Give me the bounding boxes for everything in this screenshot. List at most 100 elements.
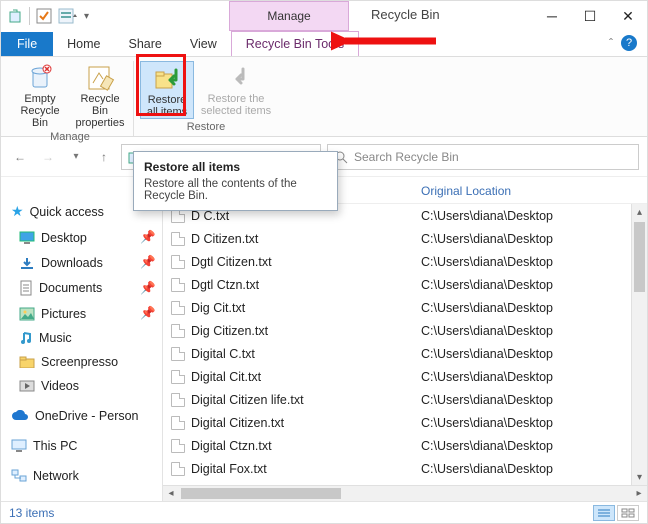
tooltip-body: Restore all the contents of the Recycle … — [144, 178, 327, 202]
group-label: Restore — [187, 121, 226, 133]
pc-icon — [11, 439, 27, 453]
file-icon — [171, 370, 185, 384]
table-row[interactable]: Dig Cit.txt C:\Users\diana\Desktop — [171, 296, 647, 319]
tooltip-title: Restore all items — [144, 160, 327, 174]
scroll-left-icon[interactable]: ◂ — [163, 486, 179, 501]
recent-locations-button[interactable]: ▾ — [65, 146, 87, 168]
scroll-down-icon[interactable]: ▾ — [632, 469, 647, 485]
table-row[interactable]: Digital Ctzn.txtC:\Users\diana\Desktop — [171, 434, 647, 457]
restore-all-items-button[interactable]: Restore all items — [140, 61, 194, 119]
scroll-thumb[interactable] — [634, 222, 645, 292]
search-placeholder: Search Recycle Bin — [354, 150, 459, 164]
nav-screenpresso[interactable]: Screenpresso — [1, 350, 162, 374]
file-list[interactable]: D C.txtC:\Users\diana\DesktopD Citizen.t… — [163, 204, 647, 485]
table-row[interactable]: Dig Citizen.txtC:\Users\diana\Desktop — [171, 319, 647, 342]
file-icon — [171, 416, 185, 430]
scroll-thumb[interactable] — [181, 488, 341, 499]
nav-downloads[interactable]: Downloads 📌 — [1, 250, 162, 275]
back-button[interactable]: ← — [9, 146, 31, 168]
file-location: C:\Users\diana\Desktop — [421, 370, 553, 384]
navigation-pane[interactable]: ★ Quick access Desktop 📌 Downloads 📌 Doc… — [1, 178, 163, 501]
table-row[interactable]: Digital Citizen.txtC:\Users\diana\Deskto… — [171, 411, 647, 434]
file-location: C:\Users\diana\Desktop — [421, 255, 553, 269]
window-title: Recycle Bin — [371, 7, 440, 22]
nav-network[interactable]: Network — [1, 464, 162, 488]
file-name: Dig Citizen.txt — [191, 324, 268, 338]
pin-icon: 📌 — [140, 306, 156, 321]
music-icon — [19, 331, 33, 345]
table-row[interactable]: Dgtl Citizen.txt C:\Users\diana\Desktop — [171, 250, 647, 273]
quick-access-toolbar: ▾ — [1, 7, 89, 25]
nav-videos[interactable]: Videos — [1, 374, 162, 398]
scroll-right-icon[interactable]: ▸ — [631, 486, 647, 501]
qat-overflow-icon[interactable]: ▾ — [84, 11, 89, 22]
restore-selected-icon — [220, 63, 252, 91]
properties-icon — [84, 63, 116, 91]
nav-this-pc[interactable]: This PC — [1, 434, 162, 458]
details-view-button[interactable] — [593, 505, 615, 521]
table-row[interactable]: Digital Cit.txt C:\Users\diana\Desktop — [171, 365, 647, 388]
contextual-tab-manage[interactable]: Manage — [229, 1, 349, 31]
thumbnails-view-button[interactable] — [617, 505, 639, 521]
column-header-original-location[interactable]: Original Location — [421, 184, 647, 198]
minimize-button[interactable]: ─ — [539, 5, 565, 27]
close-button[interactable]: ✕ — [615, 5, 641, 27]
nav-documents[interactable]: Documents 📌 — [1, 275, 162, 301]
file-name: Digital Citizen life.txt — [191, 393, 304, 407]
tab-home[interactable]: Home — [53, 32, 114, 56]
item-count: 13 items — [9, 506, 54, 520]
file-name: D Citizen.txt — [191, 232, 258, 246]
file-location: C:\Users\diana\Desktop — [421, 301, 553, 315]
tooltip-restore-all: Restore all items Restore all the conten… — [133, 151, 338, 211]
recycle-bin-properties-button[interactable]: Recycle Bin properties — [73, 61, 127, 129]
table-row[interactable]: Digital Fox.txtC:\Users\diana\Desktop — [171, 457, 647, 480]
file-name: Dgtl Citizen.txt — [191, 255, 272, 269]
file-icon — [171, 255, 185, 269]
tab-recycle-bin-tools[interactable]: Recycle Bin Tools — [231, 31, 359, 56]
nav-music[interactable]: Music — [1, 326, 162, 350]
file-name: Digital C.txt — [191, 347, 255, 361]
ribbon: Empty Recycle Bin Recycle Bin properties… — [1, 57, 647, 137]
file-icon — [171, 347, 185, 361]
nav-pictures[interactable]: Pictures 📌 — [1, 301, 162, 326]
vertical-scrollbar[interactable]: ▴ ▾ — [631, 204, 647, 485]
ribbon-group-manage: Empty Recycle Bin Recycle Bin properties… — [7, 61, 134, 136]
table-row[interactable]: D Citizen.txtC:\Users\diana\Desktop — [171, 227, 647, 250]
dropdown-icon[interactable] — [58, 8, 78, 24]
help-icon[interactable]: ? — [621, 35, 637, 51]
pictures-icon — [19, 307, 35, 321]
file-location: C:\Users\diana\Desktop — [421, 462, 553, 476]
tab-share[interactable]: Share — [115, 32, 176, 56]
file-location: C:\Users\diana\Desktop — [421, 393, 553, 407]
table-row[interactable]: Dgtl Ctzn.txtC:\Users\diana\Desktop — [171, 273, 647, 296]
table-row[interactable]: Digital C.txtC:\Users\diana\Desktop — [171, 342, 647, 365]
file-name: Digital Ctzn.txt — [191, 439, 272, 453]
up-button[interactable]: ↑ — [93, 146, 115, 168]
forward-button[interactable]: → — [37, 146, 59, 168]
horizontal-scrollbar[interactable]: ◂ ▸ — [163, 485, 647, 501]
search-box[interactable]: Search Recycle Bin — [327, 144, 639, 170]
empty-recycle-bin-button[interactable]: Empty Recycle Bin — [13, 61, 67, 129]
downloads-icon — [19, 256, 35, 270]
file-name: Dig Cit.txt — [191, 301, 245, 315]
nav-desktop[interactable]: Desktop 📌 — [1, 225, 162, 250]
collapse-ribbon-icon[interactable]: ˆ — [609, 36, 613, 50]
tab-view[interactable]: View — [176, 32, 231, 56]
nav-onedrive[interactable]: OneDrive - Person — [1, 404, 162, 428]
scroll-up-icon[interactable]: ▴ — [632, 204, 647, 220]
btn-label: Restore the selected items — [201, 93, 271, 117]
tab-file[interactable]: File — [1, 32, 53, 56]
documents-icon — [19, 280, 33, 296]
file-name: Digital Cit.txt — [191, 370, 261, 384]
cloud-icon — [11, 410, 29, 422]
folder-icon — [19, 356, 35, 368]
table-row[interactable]: Digital Citizen life.txt C:\Users\diana\D… — [171, 388, 647, 411]
pin-icon: 📌 — [140, 281, 156, 296]
checkbox-icon[interactable] — [36, 8, 52, 24]
ribbon-tabs: File Home Share View Recycle Bin Tools ˆ… — [1, 31, 647, 57]
maximize-button[interactable]: ☐ — [577, 5, 603, 27]
recycle-bin-icon — [7, 8, 23, 24]
file-icon — [171, 324, 185, 338]
file-name: Dgtl Ctzn.txt — [191, 278, 259, 292]
restore-all-icon — [151, 64, 183, 92]
